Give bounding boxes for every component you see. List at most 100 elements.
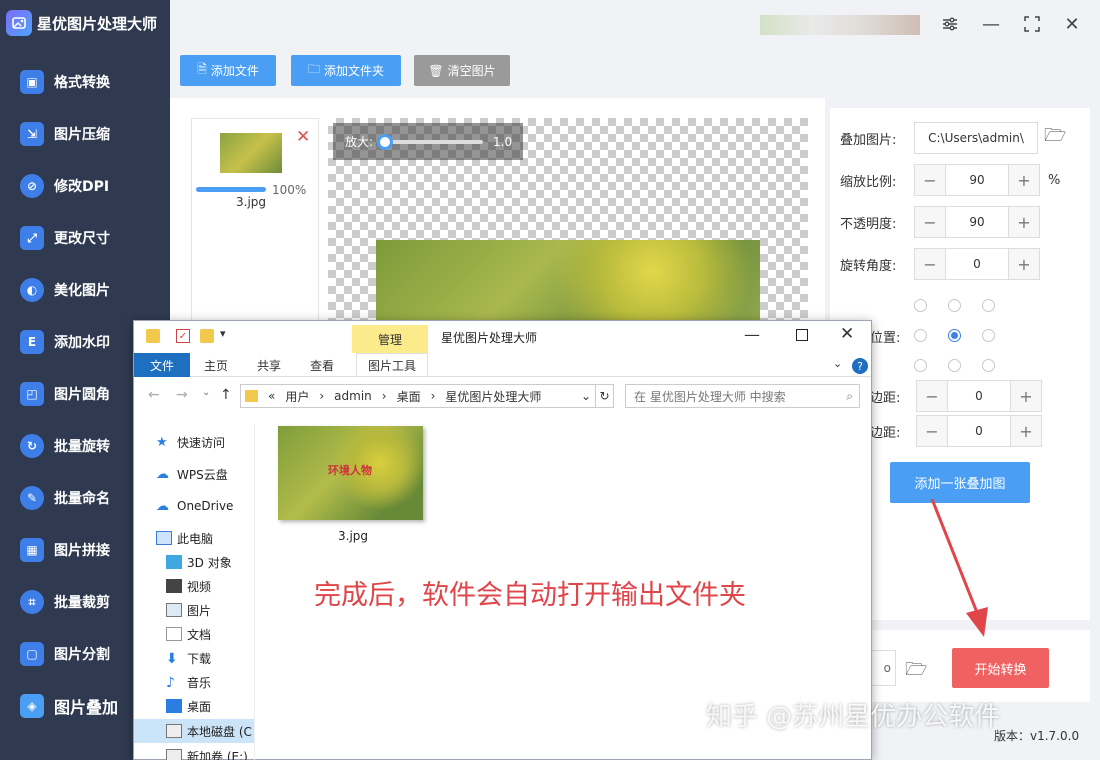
position-radio-bottom-center[interactable]: [948, 359, 961, 372]
opacity-value[interactable]: 90: [945, 207, 1009, 237]
plus-icon[interactable]: +: [1009, 207, 1039, 237]
rotate-stepper[interactable]: −0 +: [914, 248, 1040, 280]
nav-label: 桌面: [187, 699, 212, 714]
nav-item-music[interactable]: ♪ 音乐: [166, 672, 211, 692]
up-icon[interactable]: ↑: [220, 387, 232, 403]
start-button[interactable]: 开始转换: [952, 648, 1049, 688]
maximize-icon[interactable]: [796, 329, 808, 341]
scale-unit: %: [1048, 172, 1061, 188]
nav-item-downloads[interactable]: ⬇ 下载: [166, 648, 211, 668]
margin-v-stepper[interactable]: −0 +: [916, 415, 1042, 447]
close-icon[interactable]: ✕: [1060, 12, 1084, 36]
nav-item-quick-access[interactable]: ★ 快速访问: [156, 432, 225, 452]
position-radio-bottom-left[interactable]: [914, 359, 927, 372]
avatar[interactable]: [760, 15, 920, 35]
minus-icon[interactable]: −: [915, 207, 945, 237]
scale-value[interactable]: 90: [945, 165, 1009, 195]
tab-manage[interactable]: 管理: [352, 325, 428, 353]
position-radio-middle-left[interactable]: [914, 329, 927, 342]
minimize-icon[interactable]: —: [744, 325, 760, 344]
sidebar-item-format[interactable]: ▣ 格式转换: [0, 56, 170, 108]
help-icon[interactable]: ?: [852, 358, 868, 374]
position-radio-top-center[interactable]: [948, 299, 961, 312]
add-folder-button[interactable]: 🗀 添加文件夹: [291, 55, 401, 86]
clear-button[interactable]: 🗑 清空图片: [414, 55, 510, 86]
nav-item-pictures[interactable]: 图片: [166, 600, 211, 620]
file-name[interactable]: 3.jpg: [338, 529, 368, 543]
tab-home[interactable]: 主页: [204, 357, 228, 374]
nav-item-onedrive[interactable]: ☁ OneDrive: [156, 496, 233, 516]
margin-v-value[interactable]: 0: [947, 416, 1011, 446]
zoom-slider-handle[interactable]: [377, 133, 394, 150]
tab-share[interactable]: 共享: [257, 357, 281, 374]
title-bar: — ✕: [170, 0, 1100, 48]
nav-item-desktop[interactable]: 桌面: [166, 696, 211, 716]
rotate-value[interactable]: 0: [945, 249, 1009, 279]
position-radio-center[interactable]: [948, 329, 961, 342]
back-icon[interactable]: ←: [148, 387, 160, 403]
file-thumbnail[interactable]: 环境人物: [278, 426, 423, 520]
tab-file[interactable]: 文件: [134, 353, 190, 377]
plus-icon[interactable]: +: [1011, 381, 1041, 411]
quick-access-dropdown-icon[interactable]: ▾: [220, 327, 226, 340]
search-field[interactable]: 在 星优图片处理大师 中搜索 ⌕: [625, 384, 860, 408]
position-radio-bottom-right[interactable]: [982, 359, 995, 372]
sidebar-item-beautify[interactable]: ◐ 美化图片: [0, 264, 170, 316]
breadcrumb-desktop[interactable]: 桌面: [397, 388, 421, 405]
overlay-path-field[interactable]: C:\Users\admin\: [914, 122, 1038, 154]
margin-h-value[interactable]: 0: [947, 381, 1011, 411]
position-radio-middle-right[interactable]: [982, 329, 995, 342]
plus-icon[interactable]: +: [1009, 249, 1039, 279]
file-thumbnail[interactable]: [220, 133, 282, 173]
plus-icon[interactable]: +: [1009, 165, 1039, 195]
sidebar-item-label: 图片拼接: [54, 543, 110, 559]
scale-stepper[interactable]: −90 +: [914, 164, 1040, 196]
new-folder-icon[interactable]: [200, 329, 214, 343]
recent-dropdown-icon[interactable]: ⌄: [202, 387, 210, 398]
breadcrumb-app-folder[interactable]: 星优图片处理大师: [445, 388, 541, 405]
minus-icon[interactable]: −: [915, 165, 945, 195]
nav-item-local-disk[interactable]: 本地磁盘 (C: [134, 719, 254, 743]
plus-icon[interactable]: +: [1011, 416, 1041, 446]
ribbon-expand-icon[interactable]: ⌄: [833, 357, 842, 370]
minimize-icon[interactable]: —: [979, 12, 1003, 36]
zoom-slider[interactable]: [377, 133, 484, 150]
nav-item-new-volume[interactable]: 新加卷 (E:): [166, 746, 248, 760]
settings-icon[interactable]: [938, 12, 962, 36]
film-icon: [166, 579, 182, 593]
nav-item-wps-cloud[interactable]: ☁ WPS云盘: [156, 464, 228, 484]
maximize-icon[interactable]: [1020, 12, 1044, 36]
properties-icon[interactable]: ✓: [176, 329, 190, 343]
folder-icon: [146, 329, 160, 343]
folder-open-icon[interactable]: 🗁: [1044, 123, 1066, 153]
nav-item-documents[interactable]: 文档: [166, 624, 211, 644]
tab-view[interactable]: 查看: [310, 357, 334, 374]
sidebar-item-dpi[interactable]: ⊘ 修改DPI: [0, 160, 170, 212]
breadcrumb-admin[interactable]: admin: [334, 389, 372, 403]
opacity-stepper[interactable]: −90 +: [914, 206, 1040, 238]
nav-item-this-pc[interactable]: 此电脑: [156, 528, 213, 548]
position-radio-top-left[interactable]: [914, 299, 927, 312]
chevron-right-icon: ›: [381, 389, 387, 403]
tab-picture-tools[interactable]: 图片工具: [356, 353, 428, 377]
refresh-icon[interactable]: ↻: [596, 384, 614, 408]
sidebar-item-compress[interactable]: ⇲ 图片压缩: [0, 108, 170, 160]
nav-item-videos[interactable]: 视频: [166, 576, 211, 596]
nav-item-3d-objects[interactable]: 3D 对象: [166, 552, 232, 572]
breadcrumb-overflow[interactable]: «: [268, 389, 275, 403]
trash-icon: 🗑: [428, 63, 444, 78]
chevron-down-icon[interactable]: ⌄: [581, 389, 591, 403]
position-radio-top-right[interactable]: [982, 299, 995, 312]
sidebar-item-resize[interactable]: ⤢ 更改尺寸: [0, 212, 170, 264]
remove-file-icon[interactable]: ✕: [296, 127, 310, 147]
close-icon[interactable]: ✕: [840, 324, 854, 344]
minus-icon[interactable]: −: [917, 381, 947, 411]
minus-icon[interactable]: −: [917, 416, 947, 446]
add-file-button[interactable]: 🗎 添加文件: [180, 55, 276, 86]
margin-h-stepper[interactable]: −0 +: [916, 380, 1042, 412]
breadcrumb-users[interactable]: 用户: [285, 388, 309, 405]
forward-icon[interactable]: →: [176, 387, 188, 403]
address-bar[interactable]: « 用户 › admin › 桌面 › 星优图片处理大师 ⌄: [240, 384, 596, 408]
minus-icon[interactable]: −: [915, 249, 945, 279]
output-folder-icon[interactable]: 🗁: [905, 657, 927, 687]
